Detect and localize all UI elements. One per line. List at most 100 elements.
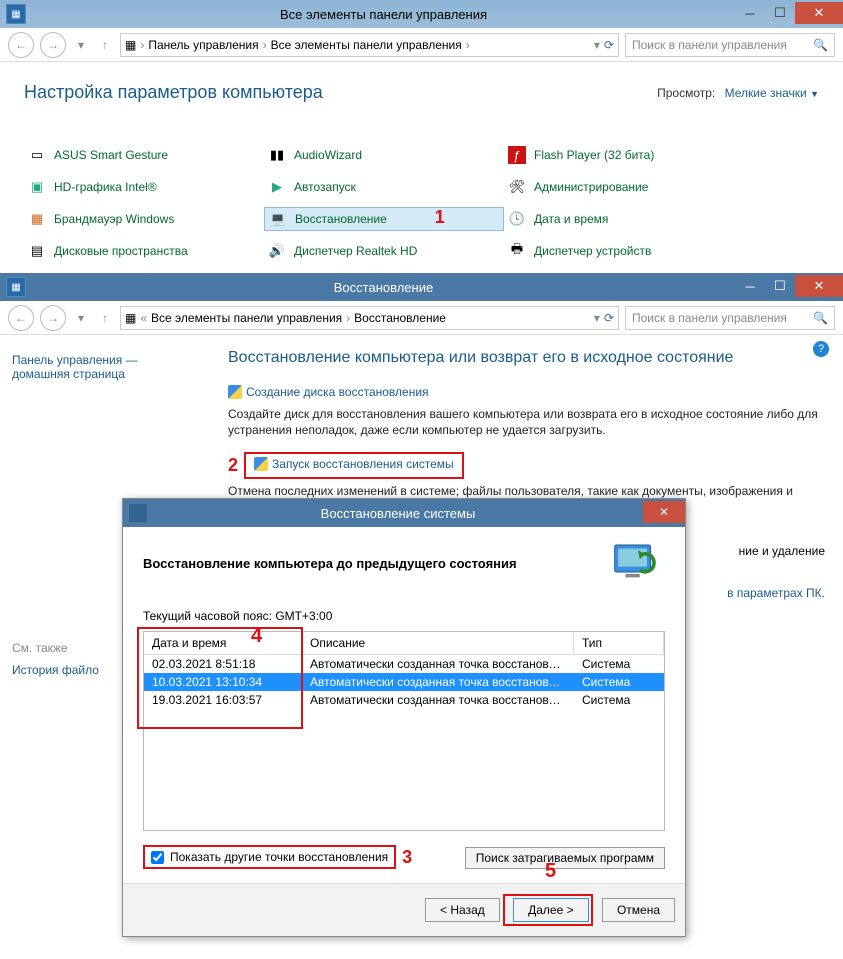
sidebar-home-link[interactable]: Панель управления — домашняя страница (12, 353, 198, 381)
tools-icon: 🛠 (508, 178, 526, 196)
refresh-icon[interactable]: ⟳ (604, 311, 614, 325)
nav-back-button[interactable]: ← (8, 32, 34, 58)
chevron-left-icon: « (140, 311, 147, 325)
create-recovery-disk-link[interactable]: Создание диска восстановления (228, 385, 429, 399)
cp-item-devmgr[interactable]: 🖶Диспетчер устройств (504, 239, 744, 263)
search-input[interactable]: Поиск в панели управления 🔍 (625, 33, 835, 57)
clock-icon: 🕓 (508, 210, 526, 228)
window2-navbar: ← → ▾ ↑ ▦ « Все элементы панели управлен… (0, 301, 843, 335)
cp-item-label: Администрирование (534, 180, 648, 194)
nav-dropdown-icon[interactable]: ▾ (72, 309, 90, 327)
nav-back-button[interactable]: ← (8, 305, 34, 331)
window2-icon: ▦ (6, 277, 26, 297)
breadcrumb[interactable]: ▦ › Панель управления › Все элементы пан… (120, 33, 619, 57)
firewall-icon: ▦ (28, 210, 46, 228)
shield-icon (228, 385, 242, 399)
nav-up-button[interactable]: ↑ (96, 36, 114, 54)
window1-minimize-button[interactable]: ─ (735, 2, 765, 24)
affected-programs-button[interactable]: Поиск затрагиваемых программ (465, 847, 665, 869)
create-recovery-disk-desc: Создайте диск для восстановления вашего … (228, 406, 825, 438)
window1-content: Настройка параметров компьютера Просмотр… (0, 62, 843, 273)
cp-item-asus[interactable]: ▭ ASUS Smart Gesture (24, 143, 264, 167)
annotation-3: 3 (402, 847, 412, 868)
restore-monitor-icon (611, 541, 665, 585)
cp-item-admin[interactable]: 🛠 Администрирование (504, 175, 744, 199)
cp-item-autoplay[interactable]: ▶Автозапуск (264, 175, 504, 199)
speaker-icon: 🔊 (268, 242, 286, 260)
annotation-box-4 (137, 627, 303, 729)
refresh-icon[interactable]: ⟳ (604, 38, 614, 52)
cp-item-realtek[interactable]: 🔊 Диспетчер Realtek HD (264, 239, 504, 263)
recovery-icon: 💻 (269, 210, 287, 228)
breadcrumb-icon: ▦ (125, 38, 136, 52)
system-restore-dialog: Восстановление системы ✕ Восстановление … (122, 498, 686, 937)
cp-item-datetime[interactable]: 🕓Дата и время (504, 207, 744, 231)
chevron-right-icon: › (346, 311, 350, 325)
cp-item-label: HD-графика Intel® (54, 180, 157, 194)
cp-item-label: AudioWizard (294, 148, 362, 162)
view-selector: Просмотр: Мелкие значки ▼ (657, 86, 819, 100)
nav-dropdown-icon[interactable]: ▾ (72, 36, 90, 54)
chevron-down-icon[interactable]: ▾ (594, 38, 600, 52)
nav-up-button[interactable]: ↑ (96, 309, 114, 327)
breadcrumb-icon: ▦ (125, 311, 136, 325)
cp-item-storage[interactable]: ▤ Дисковые пространства (24, 239, 264, 263)
cp-item-firewall[interactable]: ▦ Брандмауэр Windows (24, 207, 264, 231)
back-button[interactable]: < Назад (425, 898, 500, 922)
cp-item-label: Flash Player (32 бита) (534, 148, 654, 162)
cp-item-label: Брандмауэр Windows (54, 212, 174, 226)
window2-title: Восстановление (32, 280, 735, 295)
cp-item-label: ASUS Smart Gesture (54, 148, 168, 162)
cp-item-label: Восстановление (295, 212, 387, 226)
breadcrumb-1[interactable]: Панель управления (148, 38, 258, 52)
annotation-5: 5 (545, 860, 556, 883)
dialog-close-button[interactable]: ✕ (643, 501, 685, 523)
dialog-titlebar: Восстановление системы ✕ (123, 499, 685, 527)
touchpad-icon: ▭ (28, 146, 46, 164)
window2-maximize-button[interactable]: ☐ (765, 275, 795, 297)
view-label: Просмотр: (657, 86, 715, 100)
window2-minimize-button[interactable]: ─ (735, 275, 765, 297)
cancel-button[interactable]: Отмена (602, 898, 675, 922)
chevron-down-icon[interactable]: ▾ (594, 311, 600, 325)
search-placeholder: Поиск в панели управления (632, 311, 787, 325)
window1-close-button[interactable]: ✕ (795, 2, 843, 24)
dialog-title: Восстановление системы (153, 506, 643, 521)
cp-item-label: Дисковые пространства (54, 244, 188, 258)
nav-forward-button[interactable]: → (40, 32, 66, 58)
breadcrumb[interactable]: ▦ « Все элементы панели управления › Вос… (120, 306, 619, 330)
help-icon[interactable]: ? (813, 341, 829, 357)
cp-item-audiowizard[interactable]: ▮▮ AudioWizard (264, 143, 504, 167)
equalizer-icon: ▮▮ (268, 146, 286, 164)
storage-icon: ▤ (28, 242, 46, 260)
window2-titlebar: ▦ Восстановление ─ ☐ ✕ (0, 273, 843, 301)
col-type[interactable]: Тип (574, 632, 664, 654)
col-desc[interactable]: Описание (302, 632, 574, 654)
window2-close-button[interactable]: ✕ (795, 275, 843, 297)
nav-forward-button[interactable]: → (40, 305, 66, 331)
cp-item-intel[interactable]: ▣HD-графика Intel® (24, 175, 264, 199)
chevron-right-icon: › (263, 38, 267, 52)
chevron-right-icon: › (466, 38, 470, 52)
breadcrumb-2[interactable]: Все элементы панели управления (271, 38, 462, 52)
window1-maximize-button[interactable]: ☐ (765, 2, 795, 24)
cp-item-label: Диспетчер Realtek HD (294, 244, 417, 258)
show-more-points-checkbox[interactable] (151, 851, 164, 864)
cp-item-label: Автозапуск (294, 180, 356, 194)
breadcrumb-2[interactable]: Восстановление (354, 311, 446, 325)
breadcrumb-1[interactable]: Все элементы панели управления (151, 311, 342, 325)
search-placeholder: Поиск в панели управления (632, 38, 787, 52)
dialog-heading: Восстановление компьютера до предыдущего… (143, 556, 611, 571)
cp-item-flash[interactable]: ƒFlash Player (32 бита) (504, 143, 744, 167)
shield-icon (254, 457, 268, 471)
chevron-down-icon[interactable]: ▼ (810, 89, 819, 99)
window1-titlebar: ▦ Все элементы панели управления ─ ☐ ✕ (0, 0, 843, 28)
start-system-restore-link[interactable]: Запуск восстановления системы (254, 457, 454, 471)
cp-item-recovery[interactable]: 💻 Восстановление 1 (264, 207, 504, 231)
timezone-label: Текущий часовой пояс: GMT+3:00 (143, 609, 665, 623)
recovery-heading: Восстановление компьютера или возврат ег… (228, 349, 825, 367)
annotation-2: 2 (228, 455, 238, 476)
next-button[interactable]: Далее > (513, 898, 589, 922)
view-value-link[interactable]: Мелкие значки (725, 86, 807, 100)
search-input[interactable]: Поиск в панели управления 🔍 (625, 306, 835, 330)
